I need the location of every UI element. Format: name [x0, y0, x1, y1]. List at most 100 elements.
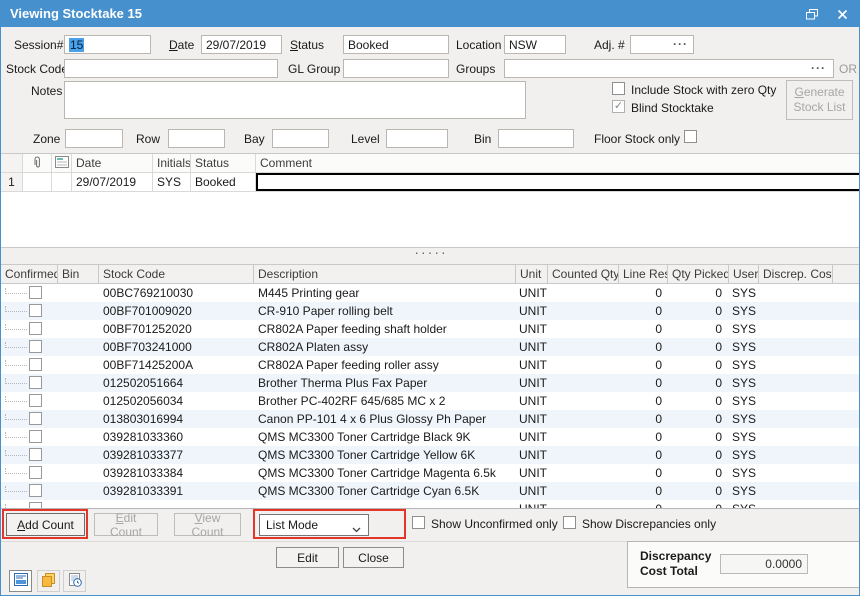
confirmed-checkbox[interactable]	[29, 376, 42, 389]
edit-button[interactable]: Edit	[276, 547, 339, 568]
confirmed-checkbox[interactable]	[29, 430, 42, 443]
adj-ellipsis-button[interactable]: ···	[673, 37, 688, 51]
confirmed-checkbox[interactable]	[29, 394, 42, 407]
generate-stock-list-button[interactable]: Generate Stock List	[786, 80, 853, 120]
edit-count-button[interactable]: Edit Count	[94, 513, 158, 536]
copy-documents-button[interactable]	[37, 570, 60, 592]
table-row[interactable]: 013803016994Canon PP-101 4 x 6 Plus Glos…	[1, 410, 860, 428]
mode-select[interactable]: List Mode	[259, 514, 369, 536]
sessions-attachment-cell[interactable]	[23, 173, 52, 191]
row-field[interactable]	[168, 129, 225, 148]
groups-field[interactable]	[504, 59, 834, 78]
gl-group-label: GL Group	[288, 62, 340, 76]
stock-code-column-header[interactable]: Stock Code	[99, 265, 254, 284]
confirmed-checkbox[interactable]	[29, 484, 42, 497]
zone-field[interactable]	[65, 129, 123, 148]
table-row[interactable]: 00BC769210030M445 Printing gearUNIT00SYS	[1, 284, 860, 302]
note-column-header[interactable]	[52, 154, 72, 172]
notes-textarea[interactable]	[64, 81, 526, 119]
sessions-initials-header[interactable]: Initials	[153, 154, 191, 172]
folders-icon	[41, 573, 56, 590]
sessions-initials-cell[interactable]: SYS	[153, 173, 191, 191]
chevron-down-icon	[352, 522, 361, 536]
sessions-grid-row[interactable]: 1 29/07/2019 SYS Booked	[1, 173, 860, 192]
table-row[interactable]: 00BF701252020CR802A Paper feeding shaft …	[1, 320, 860, 338]
confirmed-column-header[interactable]: Confirmed	[1, 265, 58, 284]
row-label: Row	[136, 132, 160, 146]
sessions-status-cell[interactable]: Booked	[191, 173, 256, 191]
unit-column-header[interactable]: Unit	[516, 265, 548, 284]
sessions-rownum-header[interactable]	[1, 154, 23, 172]
confirmed-checkbox[interactable]	[29, 466, 42, 479]
location-label: Location	[456, 38, 501, 52]
discrep-cost-column-header[interactable]: Discrep. Cost	[759, 265, 833, 284]
sessions-date-header[interactable]: Date	[72, 154, 153, 172]
sessions-note-cell[interactable]	[52, 173, 72, 191]
table-row[interactable]: 00BF703241000CR802A Platen assyUNIT00SYS	[1, 338, 860, 356]
confirmed-checkbox[interactable]	[29, 412, 42, 425]
table-row-partial[interactable]: UNIT00SYS	[1, 500, 860, 508]
add-count-button[interactable]: Add Count	[6, 513, 85, 536]
blind-stocktake-checkbox[interactable]: ✓	[612, 100, 625, 113]
date-field[interactable]: 29/07/2019	[201, 35, 282, 54]
date-label: Date	[169, 38, 194, 52]
sessions-comment-header[interactable]: Comment	[256, 154, 860, 172]
table-row[interactable]: 039281033384QMS MC3300 Toner Cartridge M…	[1, 464, 860, 482]
confirmed-checkbox[interactable]	[29, 304, 42, 317]
table-row[interactable]: 00BF701009020CR-910 Paper rolling beltUN…	[1, 302, 860, 320]
sessions-comment-cell-focused[interactable]	[256, 173, 860, 191]
description-column-header[interactable]: Description	[254, 265, 516, 284]
table-row[interactable]: 012502051664Brother Therma Plus Fax Pape…	[1, 374, 860, 392]
floor-stock-only-checkbox[interactable]	[684, 130, 697, 143]
table-row[interactable]: 039281033360QMS MC3300 Toner Cartridge B…	[1, 428, 860, 446]
bay-label: Bay	[244, 132, 265, 146]
stock-code-field[interactable]	[64, 59, 278, 78]
bin-field[interactable]	[498, 129, 574, 148]
include-zero-qty-checkbox[interactable]	[612, 82, 625, 95]
confirmed-checkbox[interactable]	[29, 358, 42, 371]
notes-label: Notes	[31, 84, 62, 98]
show-unconfirmed-label: Show Unconfirmed only	[431, 517, 558, 531]
counted-qty-column-header[interactable]: Counted Qty	[548, 265, 619, 284]
history-document-button[interactable]	[63, 570, 86, 592]
user-column-header[interactable]: User	[729, 265, 759, 284]
sessions-status-header[interactable]: Status	[191, 154, 256, 172]
restore-icon[interactable]	[801, 5, 823, 23]
show-discrepancies-checkbox[interactable]	[563, 516, 576, 529]
view-count-button[interactable]: View Count	[174, 513, 241, 536]
grid-splitter-handle[interactable]: ·····	[1, 248, 860, 264]
items-grid-rows: 00BC769210030M445 Printing gearUNIT00SYS…	[1, 284, 860, 508]
close-icon[interactable]	[831, 5, 853, 23]
attachment-column-header[interactable]	[23, 154, 52, 172]
confirmed-checkbox[interactable]	[29, 448, 42, 461]
session-field[interactable]: 15	[64, 35, 151, 54]
discrepancy-total-field[interactable]: 0.0000	[720, 554, 808, 574]
level-field[interactable]	[386, 129, 448, 148]
line-res-column-header[interactable]: Line Res.	[619, 265, 668, 284]
confirmed-checkbox[interactable]	[29, 286, 42, 299]
bin-label: Bin	[474, 132, 491, 146]
close-button[interactable]: Close	[343, 547, 404, 568]
status-field[interactable]: Booked	[343, 35, 449, 54]
bay-field[interactable]	[272, 129, 329, 148]
gl-group-field[interactable]	[343, 59, 449, 78]
bin-column-header[interactable]: Bin	[58, 265, 99, 284]
table-row[interactable]: 012502056034Brother PC-402RF 645/685 MC …	[1, 392, 860, 410]
groups-ellipsis-button[interactable]: ···	[811, 61, 826, 75]
status-label: Status	[290, 38, 324, 52]
qty-picked-column-header[interactable]: Qty Picked	[668, 265, 729, 284]
confirmed-checkbox[interactable]	[29, 340, 42, 353]
show-unconfirmed-checkbox[interactable]	[412, 516, 425, 529]
confirmed-checkbox[interactable]	[29, 322, 42, 335]
sessions-rownum-cell: 1	[1, 173, 23, 191]
location-field[interactable]: NSW	[504, 35, 566, 54]
window-title: Viewing Stocktake 15	[10, 6, 142, 21]
include-zero-qty-label: Include Stock with zero Qty	[631, 83, 776, 97]
table-row[interactable]: 039281033391QMS MC3300 Toner Cartridge C…	[1, 482, 860, 500]
details-view-button[interactable]	[9, 570, 32, 592]
table-row[interactable]: 039281033377QMS MC3300 Toner Cartridge Y…	[1, 446, 860, 464]
sessions-date-cell[interactable]: 29/07/2019	[72, 173, 153, 191]
memo-icon	[55, 157, 69, 171]
sessions-grid: Date Initials Status Comment 1 29/07/201…	[1, 153, 860, 248]
table-row[interactable]: 00BF71425200ACR802A Paper feeding roller…	[1, 356, 860, 374]
